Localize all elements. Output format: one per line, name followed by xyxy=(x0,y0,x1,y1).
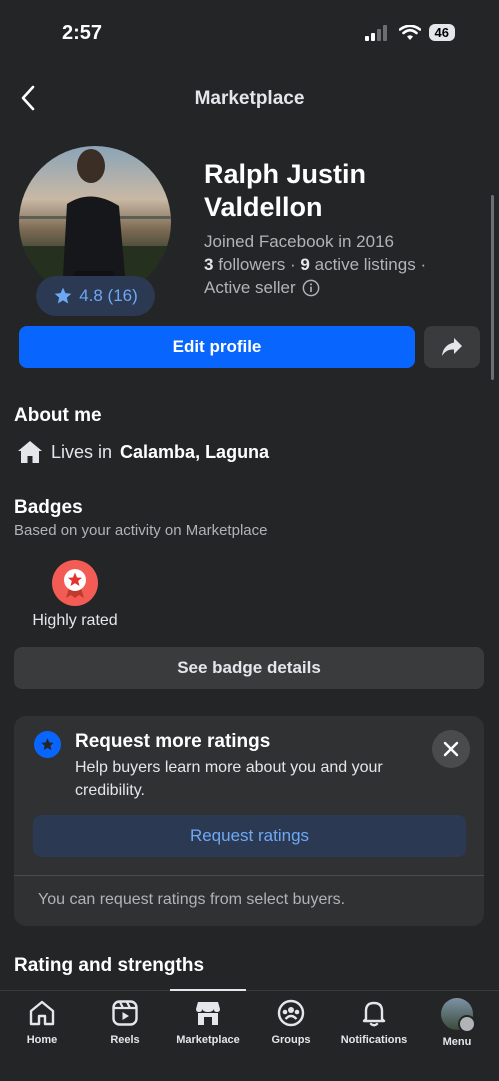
tab-groups[interactable]: Groups xyxy=(249,998,333,1046)
profile-meta: Joined Facebook in 2016 3 followers · 9 … xyxy=(204,230,484,299)
badges-subtitle: Based on your activity on Marketplace xyxy=(14,522,268,539)
card-footer: You can request ratings from select buye… xyxy=(38,891,346,908)
listings-count: 9 xyxy=(300,255,310,274)
about-title: About me xyxy=(14,405,102,426)
tab-home[interactable]: Home xyxy=(0,998,84,1046)
see-badge-details-button[interactable]: See badge details xyxy=(14,647,484,689)
card-description: Help buyers learn more about you and you… xyxy=(75,759,383,799)
lives-prefix: Lives in xyxy=(51,441,113,462)
listings-label[interactable]: active listings xyxy=(315,255,416,274)
close-button[interactable] xyxy=(432,730,470,768)
menu-badge-icon xyxy=(458,1015,476,1033)
status-icons: 46 xyxy=(364,24,455,41)
active-tab-indicator xyxy=(170,989,246,991)
status-time: 2:57 xyxy=(62,22,103,44)
divider xyxy=(14,875,484,876)
medal-glyph xyxy=(64,569,86,598)
location-text[interactable]: Calamba, Laguna xyxy=(120,442,269,463)
tab-label: Groups xyxy=(271,1034,311,1046)
tab-label: Notifications xyxy=(340,1034,408,1046)
profile-name: Ralph Justin Valdellon xyxy=(204,159,367,222)
star-medal-icon[interactable] xyxy=(52,560,98,606)
reels-icon xyxy=(112,1000,138,1026)
home-icon xyxy=(29,1000,55,1026)
stats-line: 3 followers · 9 active listings · xyxy=(204,255,427,274)
tab-label: Home xyxy=(26,1034,58,1046)
signal-icon xyxy=(364,24,387,41)
info-icon[interactable] xyxy=(302,279,320,297)
battery-icon: 46 xyxy=(428,24,455,41)
badges-title: Badges xyxy=(14,497,83,518)
seller-status: Active seller xyxy=(204,278,296,297)
tab-reels[interactable]: Reels xyxy=(83,998,167,1046)
edit-profile-button[interactable]: Edit profile xyxy=(19,326,415,368)
tab-label: Reels xyxy=(110,1034,140,1046)
marketplace-icon xyxy=(196,1002,220,1025)
tab-label: Menu xyxy=(442,1036,472,1048)
rating-strengths-title: Rating and strengths xyxy=(14,955,205,976)
tab-marketplace[interactable]: Marketplace xyxy=(166,998,250,1046)
star-badge-icon xyxy=(34,731,61,758)
house-icon xyxy=(18,441,42,463)
groups-icon xyxy=(277,999,305,1027)
bell-icon xyxy=(362,1001,386,1027)
star-icon xyxy=(54,287,72,304)
close-icon xyxy=(443,741,459,757)
followers-count: 3 xyxy=(204,255,214,274)
rating-value: 4.8 (16) xyxy=(79,286,138,305)
profile-avatar-icon xyxy=(441,998,476,1033)
joined-text: Joined Facebook in 2016 xyxy=(204,232,394,251)
tab-notifications[interactable]: Notifications xyxy=(332,998,416,1046)
rating-badge[interactable]: 4.8 (16) xyxy=(36,276,155,316)
share-icon xyxy=(442,338,462,356)
seller-status-line: Active seller xyxy=(204,276,484,299)
tab-menu[interactable]: Menu xyxy=(415,998,499,1048)
followers-label[interactable]: followers xyxy=(218,255,285,274)
share-button[interactable] xyxy=(424,326,480,368)
page-title: Marketplace xyxy=(194,88,305,109)
location-row: Lives in Calamba, Laguna xyxy=(17,440,269,464)
wifi-icon xyxy=(398,24,421,40)
card-title: Request more ratings xyxy=(75,731,271,752)
scrollbar[interactable] xyxy=(491,195,494,380)
tab-label: Marketplace xyxy=(176,1034,240,1046)
badge-label: Highly rated xyxy=(32,612,118,629)
request-ratings-button[interactable]: Request ratings xyxy=(33,815,466,857)
